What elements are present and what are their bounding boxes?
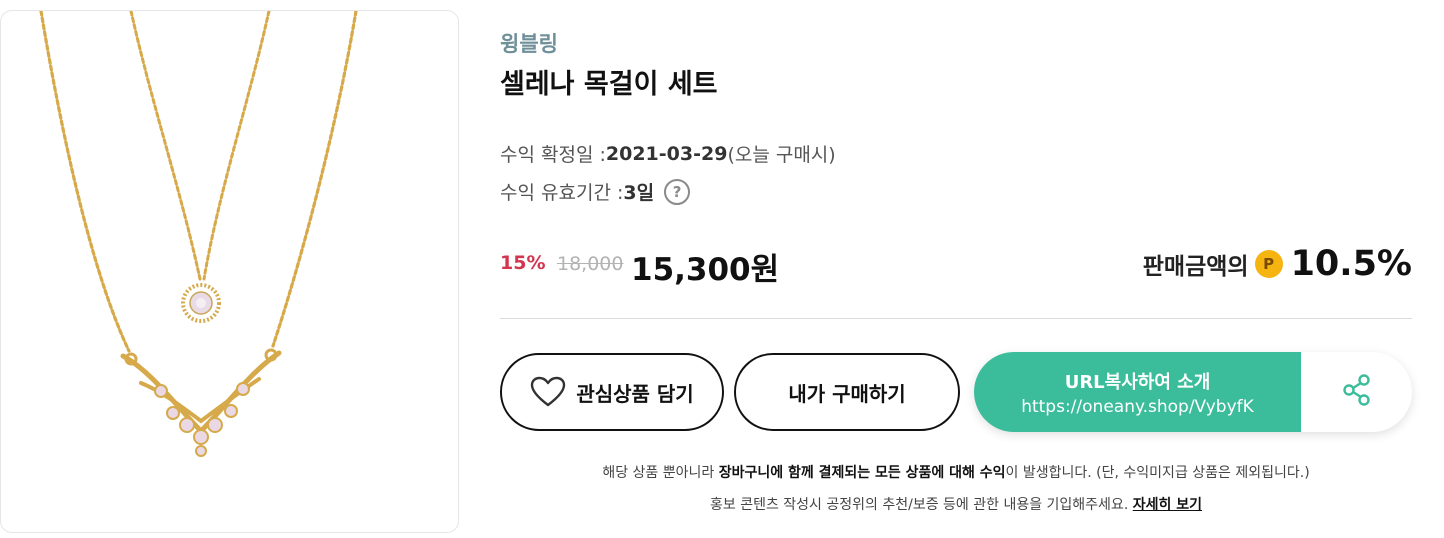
validity-value: 3일 <box>623 182 655 204</box>
confirm-date: 2021-03-29 <box>605 142 728 165</box>
reward-rate: 10.5% <box>1290 244 1412 284</box>
confirm-note: (오늘 구매시) <box>727 144 836 166</box>
copy-url-title: URL복사하여 소개 <box>1064 371 1211 393</box>
profit-notice: 해당 상품 뿐아니라 장바구니에 함께 결제되는 모든 상품에 대해 수익이 발… <box>500 462 1412 482</box>
reward-label: 판매금액의 <box>1142 254 1249 280</box>
share-group: URL복사하여 소개 https://oneany.shop/VybyfK <box>974 352 1412 432</box>
notice-part-bold: 장바구니에 함께 결제되는 모든 상품에 대해 수익 <box>718 465 1006 481</box>
share-icon <box>1342 374 1372 410</box>
disclosure-text: 홍보 콘텐츠 작성시 공정위의 추천/보증 등에 관한 내용을 기입해주세요. <box>709 497 1133 513</box>
copy-url-button[interactable]: URL복사하여 소개 https://oneany.shop/VybyfK <box>974 352 1301 432</box>
product-image <box>0 10 459 533</box>
point-icon: P <box>1254 250 1283 278</box>
disclosure-notice: 홍보 콘텐츠 작성시 공정위의 추천/보증 등에 관한 내용을 기입해주세요. … <box>500 494 1412 514</box>
buy-myself-button[interactable]: 내가 구매하기 <box>734 353 960 431</box>
confirm-label: 수익 확정일 : <box>500 144 606 166</box>
sale-price: 15,300원 <box>631 252 780 288</box>
profit-validity-row: 수익 유효기간 : 3일 ? <box>500 178 691 205</box>
help-icon[interactable]: ? <box>664 178 691 205</box>
see-more-link[interactable]: 자세히 보기 <box>1133 497 1202 513</box>
share-url: https://oneany.shop/VybyfK <box>1021 396 1254 417</box>
notice-part-c: 이 발생합니다. (단, 수익미지급 상품은 제외됩니다.) <box>1005 465 1310 481</box>
product-title: 셀레나 목걸이 세트 <box>500 69 718 100</box>
necklace-illustration <box>39 11 358 457</box>
heart-icon <box>530 376 566 408</box>
share-button[interactable] <box>1301 352 1412 432</box>
discount-rate: 15% <box>500 252 546 274</box>
add-wishlist-label: 관심상품 담기 <box>576 381 694 406</box>
add-wishlist-button[interactable]: 관심상품 담기 <box>500 353 724 431</box>
profit-confirm-date-row: 수익 확정일 : 2021-03-29 (오늘 구매시) <box>500 140 836 167</box>
reward-rate-block: 판매금액의 P 10.5% <box>1143 244 1412 284</box>
buy-myself-label: 내가 구매하기 <box>788 381 906 406</box>
divider <box>500 318 1412 319</box>
notice-part-a: 해당 상품 뿐아니라 <box>602 465 719 481</box>
brand-name[interactable]: 윙블링 <box>500 28 558 58</box>
product-info: 윙블링 셀레나 목걸이 세트 수익 확정일 : 2021-03-29 (오늘 구… <box>500 0 1412 538</box>
validity-label: 수익 유효기간 : <box>500 182 624 204</box>
original-price: 18,000 <box>557 253 624 275</box>
